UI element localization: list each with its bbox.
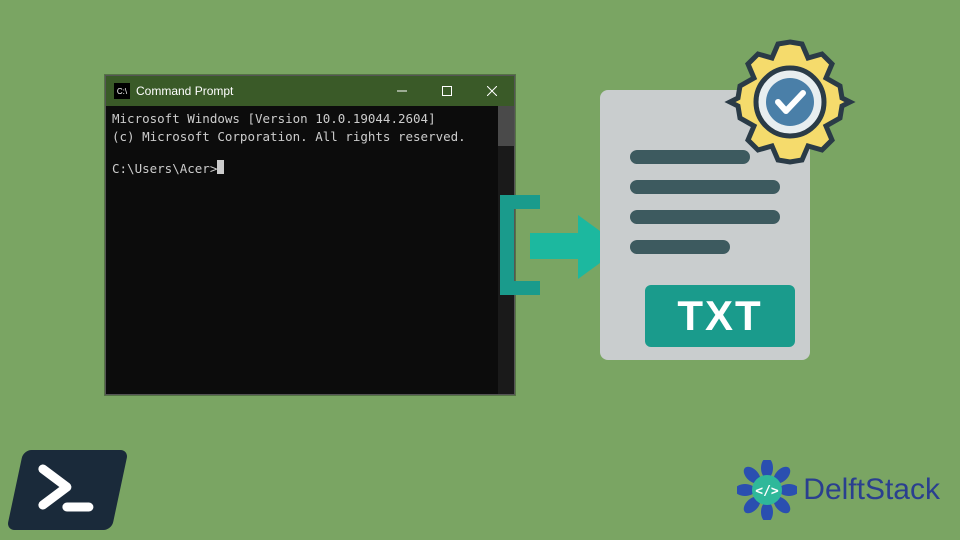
terminal-body[interactable]: Microsoft Windows [Version 10.0.19044.26… <box>106 106 514 394</box>
terminal-prompt: C:\Users\Acer> <box>112 160 217 178</box>
gear-check-icon <box>720 32 860 172</box>
txt-badge: TXT <box>645 285 795 347</box>
minimize-button[interactable] <box>379 76 424 106</box>
terminal-prompt-line: C:\Users\Acer> <box>112 160 508 178</box>
command-prompt-window: C:\ Command Prompt Microsoft Windows [Ve… <box>105 75 515 395</box>
cmd-icon: C:\ <box>114 83 130 99</box>
cursor <box>217 160 224 174</box>
svg-text:</>: </> <box>756 484 780 499</box>
delftstack-flower-icon: </> <box>737 460 797 520</box>
close-button[interactable] <box>469 76 514 106</box>
powershell-icon <box>6 450 128 530</box>
terminal-line: (c) Microsoft Corporation. All rights re… <box>112 128 508 146</box>
maximize-button[interactable] <box>424 76 469 106</box>
window-controls <box>379 76 514 106</box>
terminal-line: Microsoft Windows [Version 10.0.19044.26… <box>112 110 508 128</box>
delftstack-logo: </> DelftStack <box>737 460 940 520</box>
txt-label: TXT <box>677 292 762 340</box>
window-title: Command Prompt <box>136 84 379 98</box>
titlebar[interactable]: C:\ Command Prompt <box>106 76 514 106</box>
brand-text: DelftStack <box>803 473 940 507</box>
scrollbar-thumb[interactable] <box>498 106 514 146</box>
